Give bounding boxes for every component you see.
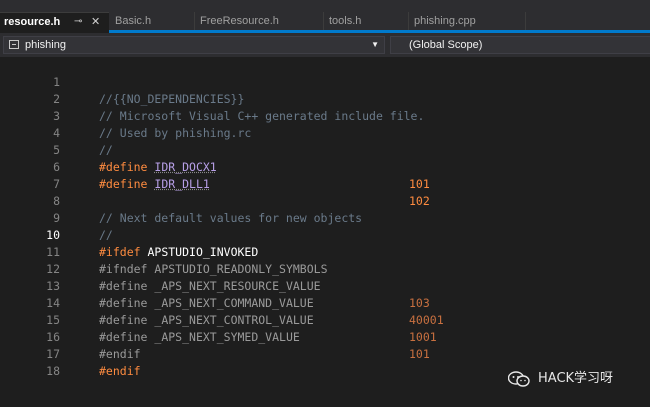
code-line: 2 // Microsoft Visual C++ generated incl… bbox=[0, 74, 650, 123]
code-line: 7 bbox=[0, 159, 650, 191]
code-line: 14 #define _APS_NEXT_CONTROL_VALUE 1001 bbox=[0, 278, 650, 344]
code-line: 9 // bbox=[0, 193, 650, 242]
navigation-bar: phishing ▼ (Global Scope) bbox=[0, 33, 650, 57]
preprocessor-keyword: #endif bbox=[99, 364, 141, 378]
code-line: 6 #define IDR_DLL1 102 bbox=[0, 142, 650, 208]
close-icon[interactable]: ✕ bbox=[91, 13, 100, 31]
tab-label: tools.h bbox=[329, 15, 362, 27]
tab-phishing-cpp[interactable]: phishing.cpp bbox=[410, 12, 526, 30]
tab-freeresource-h[interactable]: FreeResource.h bbox=[196, 12, 324, 30]
code-line: 1 //{{NO_DEPENDENCIES}} bbox=[0, 57, 650, 106]
scope-label: (Global Scope) bbox=[409, 39, 483, 51]
code-line: 15 #define _APS_NEXT_SYMED_VALUE 101 bbox=[0, 295, 650, 361]
code-line: 4 // bbox=[0, 108, 650, 157]
code-line: 5 #define IDR_DOCX1 101 bbox=[0, 125, 650, 191]
tab-label: phishing.cpp bbox=[414, 15, 476, 27]
document-tab-bar: resource.h ⊸ ✕ Basic.h FreeResource.h to… bbox=[0, 0, 650, 33]
code-line: 11 #ifndef APSTUDIO_READONLY_SYMBOLS bbox=[0, 227, 650, 276]
code-line: 18 bbox=[0, 346, 650, 378]
tab-basic-h[interactable]: Basic.h bbox=[111, 12, 195, 30]
line-number: 18 bbox=[46, 364, 60, 378]
project-dropdown[interactable]: phishing ▼ bbox=[3, 36, 385, 54]
scope-dropdown[interactable]: (Global Scope) bbox=[390, 36, 650, 54]
code-line: 16 #endif bbox=[0, 312, 650, 361]
pin-icon[interactable]: ⊸ bbox=[74, 13, 82, 31]
tab-label: Basic.h bbox=[115, 15, 152, 27]
chevron-down-icon: ▼ bbox=[371, 40, 379, 49]
code-editor[interactable]: 1 //{{NO_DEPENDENCIES}} 2 // Microsoft V… bbox=[0, 57, 650, 407]
code-line: 12 #define _APS_NEXT_RESOURCE_VALUE 103 bbox=[0, 244, 650, 310]
code-line: 10 #ifdef APSTUDIO_INVOKED bbox=[0, 210, 650, 259]
wechat-icon bbox=[508, 371, 530, 387]
code-line: 8 // Next default values for new objects bbox=[0, 176, 650, 225]
code-line: 13 #define _APS_NEXT_COMMAND_VALUE 40001 bbox=[0, 261, 650, 327]
code-line: 17 #endif bbox=[0, 329, 650, 378]
tab-label: FreeResource.h bbox=[200, 15, 279, 27]
tab-label: resource.h bbox=[4, 16, 61, 28]
tab-tools-h[interactable]: tools.h bbox=[325, 12, 409, 30]
watermark-text: HACK学习呀 bbox=[538, 371, 614, 386]
project-label: phishing bbox=[25, 39, 66, 51]
code-line: 3 // Used by phishing.rc bbox=[0, 91, 650, 140]
project-icon bbox=[9, 40, 19, 49]
tab-resource-h[interactable]: resource.h ⊸ ✕ bbox=[0, 12, 109, 33]
